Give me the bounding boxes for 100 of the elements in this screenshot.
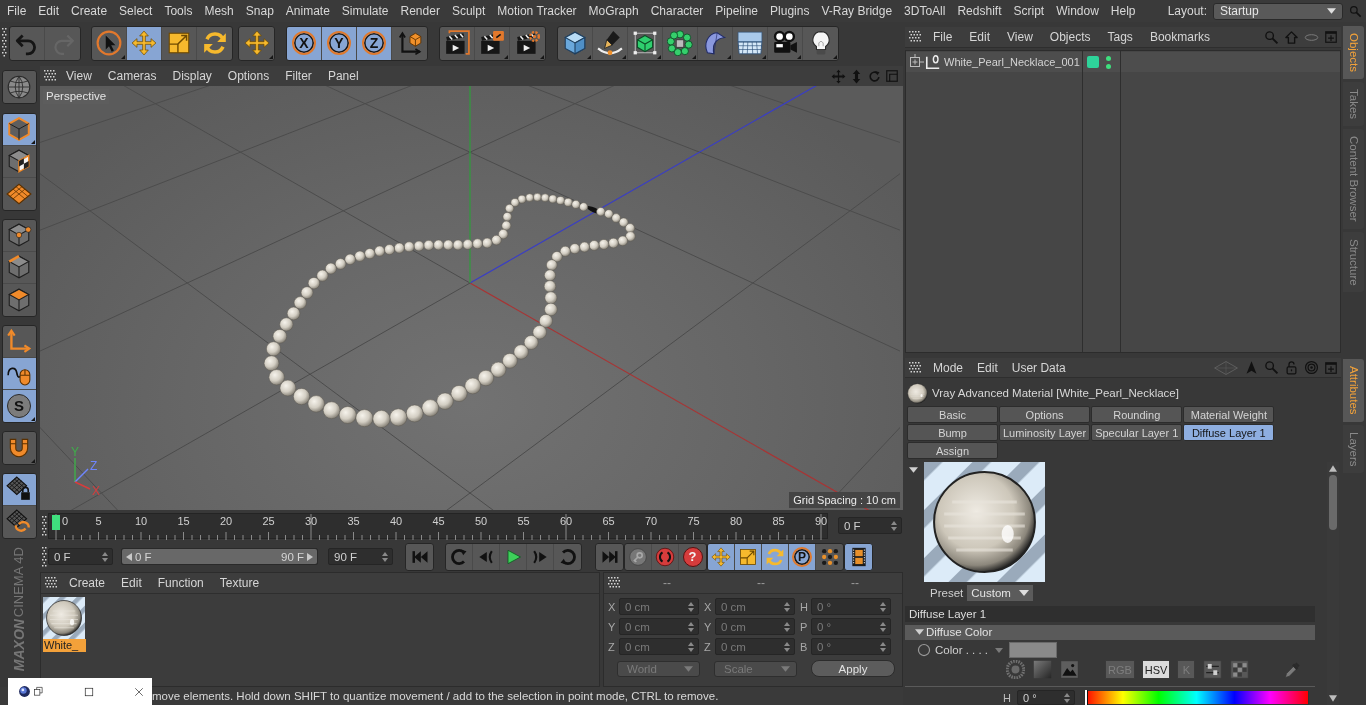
menu-item[interactable]: View — [56, 69, 100, 83]
layout-dropdown[interactable]: Startup — [1213, 2, 1343, 20]
eyedropper-icon[interactable] — [1283, 660, 1303, 680]
parameter-key-button[interactable]: P — [789, 543, 816, 570]
menu-item[interactable]: Edit — [970, 360, 1005, 375]
menu-item[interactable]: Snap — [239, 4, 280, 18]
color-wheel-icon[interactable] — [1006, 660, 1025, 680]
attribute-tab[interactable]: Rounding — [1091, 406, 1183, 423]
current-frame-field[interactable]: 0 F — [838, 517, 902, 534]
attribute-tab[interactable]: Luminosity Layer — [999, 424, 1091, 441]
collapse-triangle-icon[interactable] — [909, 467, 918, 473]
menu-item[interactable]: File — [1, 4, 33, 18]
move-tool-button[interactable] — [127, 26, 162, 60]
editor-visibility-dot-icon[interactable] — [1106, 55, 1111, 61]
attribute-tab[interactable]: Options — [999, 406, 1091, 423]
close-icon[interactable] — [134, 686, 144, 697]
radio-icon[interactable] — [917, 643, 931, 658]
attribute-tab[interactable]: Material Weight — [1183, 406, 1275, 423]
locked-workplane-button[interactable] — [2, 473, 36, 506]
menu-item[interactable]: Filter — [277, 69, 320, 83]
menu-item[interactable]: Character — [644, 4, 710, 18]
menu-item[interactable]: Bookmarks — [1141, 30, 1219, 44]
menu-item[interactable]: V-Ray Bridge — [815, 4, 899, 18]
left-arrow-icon[interactable] — [126, 552, 132, 561]
menu-item[interactable]: Tools — [158, 4, 199, 18]
tweak-mode-button[interactable] — [2, 357, 36, 390]
menu-item[interactable]: Function — [149, 576, 212, 590]
menu-item[interactable]: Edit — [32, 4, 66, 18]
render-visibility-dot-icon[interactable] — [1106, 63, 1111, 69]
menu-item[interactable]: Create — [65, 4, 114, 18]
object-row[interactable]: White_Pearl_Necklace_001 — [906, 52, 1340, 72]
expand-plus-icon[interactable] — [908, 54, 924, 70]
collapse-triangle-icon[interactable] — [915, 629, 924, 636]
layer-color-icon[interactable] — [1087, 56, 1099, 68]
menu-item[interactable]: Panel — [319, 69, 367, 83]
picture-icon[interactable] — [1060, 660, 1079, 680]
timeline-window-button[interactable] — [844, 542, 873, 571]
preview-range-slider[interactable]: 0 F 90 F — [121, 548, 318, 565]
timeline-ruler[interactable]: 0 5 10 15 20 25 30 35 40 45 50 55 60 65 70 75 80 85 90 — [48, 512, 828, 539]
model-mode-button[interactable] — [2, 113, 36, 146]
scale-key-button[interactable] — [735, 543, 762, 570]
menu-item[interactable]: User Data — [1004, 360, 1073, 375]
restore-icon[interactable] — [33, 686, 44, 697]
gradient-square-icon[interactable] — [1033, 660, 1052, 680]
side-tab[interactable]: Objects — [1343, 26, 1364, 79]
menu-item[interactable]: Render — [394, 4, 446, 18]
menu-item[interactable]: Animate — [279, 4, 336, 18]
attribute-tab[interactable]: Basic — [907, 406, 998, 423]
menu-item[interactable]: Plugins — [764, 4, 816, 18]
swatch-grid-icon[interactable] — [1230, 660, 1250, 680]
menu-item[interactable]: Script — [1007, 4, 1051, 18]
menu-item[interactable]: Edit — [960, 30, 999, 44]
recent-tool-button[interactable] — [238, 25, 275, 61]
menu-item[interactable]: Select — [113, 4, 159, 18]
attribute-tab[interactable]: Diffuse Layer 1 — [1183, 424, 1275, 441]
x-axis-lock-button[interactable]: X — [287, 26, 322, 60]
menu-item[interactable]: Options — [219, 69, 278, 83]
menu-item[interactable]: Help — [1104, 4, 1142, 18]
attribute-tab[interactable]: Specular Layer 1 — [1091, 424, 1183, 441]
hue-field[interactable]: 0 ° — [1016, 690, 1075, 705]
menu-item[interactable]: Redshift — [951, 4, 1008, 18]
right-arrow-icon[interactable] — [307, 552, 313, 561]
sliders-icon[interactable] — [1203, 660, 1223, 680]
attribute-tab[interactable]: Assign — [907, 442, 998, 459]
y-axis-lock-button[interactable]: Y — [322, 26, 357, 60]
menu-item[interactable]: MoGraph — [582, 4, 645, 18]
menu-item[interactable]: Window — [1050, 4, 1105, 18]
menu-item[interactable]: 3DToAll — [898, 4, 952, 18]
menu-item[interactable]: Create — [57, 576, 114, 590]
menu-item[interactable]: Mode — [921, 360, 971, 375]
menu-item[interactable]: Edit — [113, 576, 150, 590]
dropdown-caret-icon[interactable] — [995, 647, 1003, 653]
go-to-start-button[interactable] — [405, 542, 434, 571]
rotation-key-button[interactable] — [762, 543, 789, 570]
scrollbar-thumb[interactable] — [1329, 475, 1337, 530]
solo-button[interactable]: S — [2, 390, 36, 422]
material-thumbnail[interactable] — [43, 597, 85, 639]
menu-item[interactable]: Objects — [1041, 30, 1099, 44]
menu-item[interactable]: Cameras — [99, 69, 165, 83]
end-frame-field[interactable]: 90 F — [328, 548, 393, 565]
menu-item[interactable]: Tags — [1099, 30, 1142, 44]
menu-item[interactable]: Motion Tracker — [491, 4, 583, 18]
viewport[interactable]: Perspective Y Z X Grid Spacing : 10 cm — [40, 86, 903, 510]
attribute-tab[interactable]: Bump — [907, 424, 998, 441]
menu-item[interactable]: File — [921, 30, 961, 44]
menu-item[interactable]: Mesh — [198, 4, 240, 18]
app-logo-icon[interactable] — [18, 685, 31, 698]
menu-item[interactable]: Display — [164, 69, 220, 83]
preset-dropdown[interactable]: Custom — [967, 585, 1033, 601]
start-frame-field[interactable]: 0 F — [48, 548, 113, 565]
object-name[interactable]: White_Pearl_Necklace_001 — [944, 56, 1080, 68]
scroll-up-arrow-icon[interactable] — [1329, 465, 1337, 472]
menu-item[interactable]: Simulate — [335, 4, 395, 18]
snap-button[interactable] — [1, 430, 37, 465]
hue-slider[interactable] — [1083, 690, 1309, 705]
color-swatch[interactable] — [1009, 642, 1057, 659]
playhead[interactable] — [52, 514, 60, 530]
scroll-down-arrow-icon[interactable] — [1329, 695, 1337, 702]
z-axis-lock-button[interactable]: Z — [357, 26, 392, 60]
group-header[interactable]: Diffuse Color — [905, 625, 1315, 640]
